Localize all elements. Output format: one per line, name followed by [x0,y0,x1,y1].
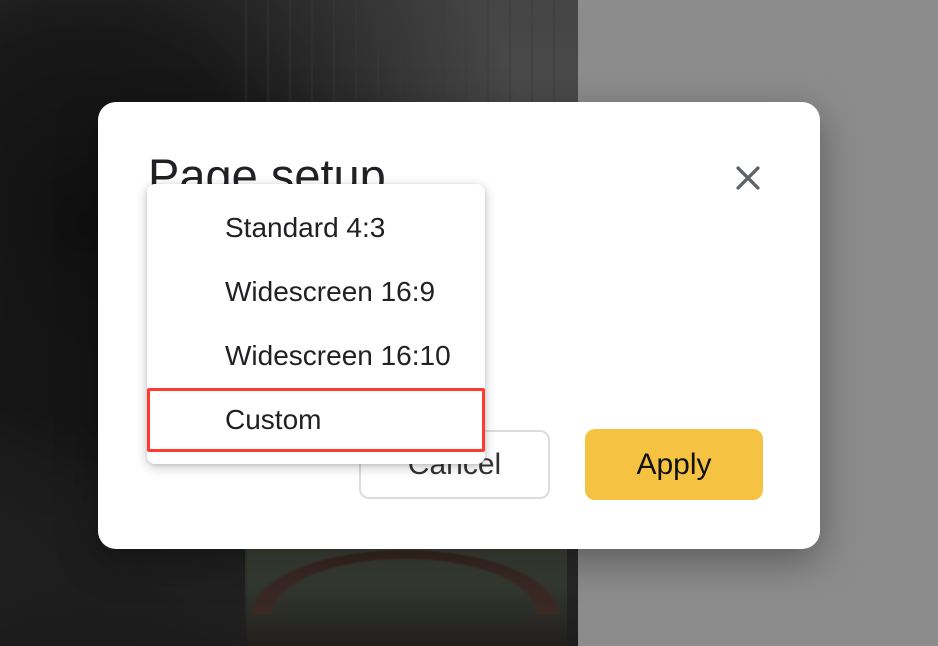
dropdown-option-standard-4-3[interactable]: Standard 4:3 [147,196,485,260]
dropdown-option-widescreen-16-9[interactable]: Widescreen 16:9 [147,260,485,324]
dropdown-option-label: Widescreen 16:10 [225,340,451,372]
dropdown-option-custom[interactable]: Custom [147,388,485,452]
close-icon [731,161,765,200]
close-button[interactable] [726,158,770,202]
apply-button-label: Apply [636,448,711,482]
app-stage: T CO ROAD TR Page setup Cancel Apply Sta… [0,0,938,646]
dropdown-option-label: Custom [225,404,321,436]
apply-button[interactable]: Apply [585,429,763,500]
dropdown-option-label: Widescreen 16:9 [225,276,435,308]
dropdown-option-label: Standard 4:3 [225,212,385,244]
page-size-dropdown: Standard 4:3 Widescreen 16:9 Widescreen … [147,184,485,464]
dropdown-option-widescreen-16-10[interactable]: Widescreen 16:10 [147,324,485,388]
